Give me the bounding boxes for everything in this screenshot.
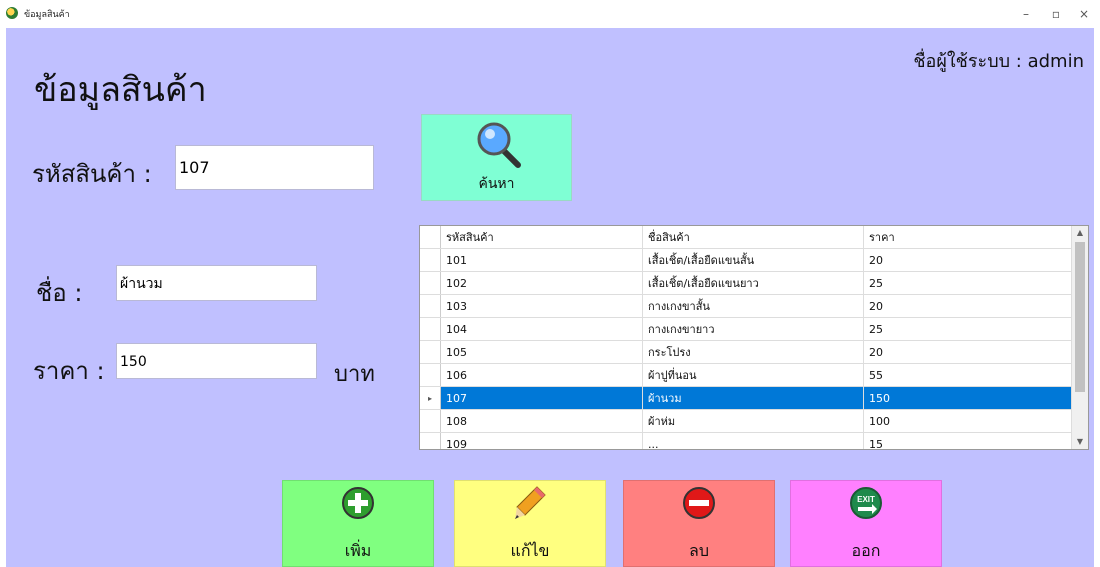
cell-price[interactable]: 25 xyxy=(863,317,1072,341)
table-row[interactable]: 101 เสื้อเชิ้ต/เสื้อยืดแขนสั้น 20 xyxy=(420,248,1072,272)
table-row[interactable]: 103 กางเกงขาสั้น 20 xyxy=(420,294,1072,318)
row-header[interactable] xyxy=(420,271,441,295)
table-vertical-scrollbar[interactable]: ▲ ▼ xyxy=(1071,226,1088,449)
cell-name[interactable]: กางเกงขาสั้น xyxy=(642,294,864,318)
minus-circle-icon xyxy=(683,487,715,519)
table-row[interactable]: 105 กระโปรง 20 xyxy=(420,340,1072,364)
cell-price[interactable]: 150 xyxy=(863,386,1072,410)
cell-price[interactable]: 55 xyxy=(863,363,1072,387)
product-table[interactable]: รหัสสินค้า ชื่อสินค้า ราคา 101 เสื้อเชิ้… xyxy=(419,225,1089,450)
cell-price[interactable]: 20 xyxy=(863,294,1072,318)
scroll-up-arrow-icon[interactable]: ▲ xyxy=(1072,226,1088,240)
row-header-corner xyxy=(420,226,441,249)
cell-price[interactable]: 100 xyxy=(863,409,1072,433)
cell-price[interactable]: 20 xyxy=(863,340,1072,364)
cell-code[interactable]: 101 xyxy=(440,248,643,272)
window-titlebar: ข้อมูลสินค้า – ▫ × xyxy=(0,0,1100,28)
plus-circle-icon xyxy=(342,487,374,519)
cell-code[interactable]: 106 xyxy=(440,363,643,387)
product-table-grid: รหัสสินค้า ชื่อสินค้า ราคา 101 เสื้อเชิ้… xyxy=(420,226,1072,449)
exit-button[interactable]: EXIT ออก xyxy=(790,480,942,567)
add-button[interactable]: เพิ่ม xyxy=(282,480,434,567)
price-input[interactable] xyxy=(116,343,317,379)
cell-name[interactable]: เสื้อเชิ้ต/เสื้อยืดแขนยาว xyxy=(642,271,864,295)
cell-code[interactable]: 103 xyxy=(440,294,643,318)
current-row-marker[interactable]: ▸ xyxy=(420,386,441,410)
row-header[interactable] xyxy=(420,317,441,341)
table-row[interactable]: 108 ผ้าห่ม 100 xyxy=(420,409,1072,433)
row-header[interactable] xyxy=(420,248,441,272)
table-header-row: รหัสสินค้า ชื่อสินค้า ราคา xyxy=(420,226,1072,249)
column-header-price[interactable]: ราคา xyxy=(863,226,1072,249)
minimize-button[interactable]: – xyxy=(1011,4,1041,24)
cell-code[interactable]: 105 xyxy=(440,340,643,364)
app-icon xyxy=(6,7,18,19)
edit-button-label: แก้ไข xyxy=(510,541,550,560)
table-row[interactable]: 109 ... 15 xyxy=(420,432,1072,449)
column-header-name[interactable]: ชื่อสินค้า xyxy=(642,226,864,249)
cell-name[interactable]: ผ้าห่ม xyxy=(642,409,864,433)
cell-name[interactable]: ผ้านวม xyxy=(642,386,864,410)
exit-icon: EXIT xyxy=(850,487,882,519)
row-header[interactable] xyxy=(420,432,441,449)
window-title: ข้อมูลสินค้า xyxy=(24,10,70,20)
price-label: ราคา : xyxy=(33,357,105,385)
exit-icon-text: EXIT xyxy=(857,495,875,504)
currency-unit-label: บาท xyxy=(334,362,375,387)
add-button-label: เพิ่ม xyxy=(344,541,372,560)
exit-button-label: ออก xyxy=(851,541,881,560)
cell-name[interactable]: กระโปรง xyxy=(642,340,864,364)
close-button[interactable]: × xyxy=(1069,4,1099,24)
edit-button[interactable]: แก้ไข xyxy=(454,480,606,567)
delete-button[interactable]: ลบ xyxy=(623,480,775,567)
product-code-input[interactable] xyxy=(175,145,374,190)
cell-price[interactable]: 25 xyxy=(863,271,1072,295)
table-row[interactable]: 102 เสื้อเชิ้ต/เสื้อยืดแขนยาว 25 xyxy=(420,271,1072,295)
column-header-code[interactable]: รหัสสินค้า xyxy=(440,226,643,249)
cell-code[interactable]: 102 xyxy=(440,271,643,295)
search-button[interactable]: ค้นหา xyxy=(421,114,572,201)
delete-button-label: ลบ xyxy=(689,541,709,560)
cell-name[interactable]: กางเกงขายาว xyxy=(642,317,864,341)
row-header[interactable] xyxy=(420,340,441,364)
cell-name[interactable]: ผ้าปูที่นอน xyxy=(642,363,864,387)
product-code-label: รหัสสินค้า : xyxy=(32,160,152,188)
row-header[interactable] xyxy=(420,409,441,433)
table-row[interactable]: 104 กางเกงขายาว 25 xyxy=(420,317,1072,341)
cell-code[interactable]: 107 xyxy=(440,386,643,410)
current-user-label: ชื่อผู้ใช้ระบบ : admin xyxy=(913,51,1084,72)
cell-code[interactable]: 104 xyxy=(440,317,643,341)
cell-name[interactable]: เสื้อเชิ้ต/เสื้อยืดแขนสั้น xyxy=(642,248,864,272)
table-row[interactable]: 106 ผ้าปูที่นอน 55 xyxy=(420,363,1072,387)
cell-code[interactable]: 109 xyxy=(440,432,643,449)
scroll-down-arrow-icon[interactable]: ▼ xyxy=(1072,435,1088,449)
pencil-icon xyxy=(515,486,546,519)
form-client-area: ข้อมูลสินค้า ชื่อผู้ใช้ระบบ : admin รหัส… xyxy=(6,28,1094,567)
cell-name[interactable]: ... xyxy=(642,432,864,449)
product-name-label: ชื่อ : xyxy=(36,279,83,307)
product-name-input[interactable] xyxy=(116,265,317,301)
row-header[interactable] xyxy=(420,294,441,318)
scrollbar-thumb[interactable] xyxy=(1075,242,1085,392)
search-button-label: ค้นหา xyxy=(478,176,515,192)
magnifier-icon xyxy=(477,122,521,168)
table-row-selected[interactable]: ▸ 107 ผ้านวม 150 xyxy=(420,386,1072,410)
cell-price[interactable]: 20 xyxy=(863,248,1072,272)
cell-price[interactable]: 15 xyxy=(863,432,1072,449)
page-title: ข้อมูลสินค้า xyxy=(34,70,207,110)
row-header[interactable] xyxy=(420,363,441,387)
cell-code[interactable]: 108 xyxy=(440,409,643,433)
maximize-button[interactable]: ▫ xyxy=(1041,4,1071,24)
